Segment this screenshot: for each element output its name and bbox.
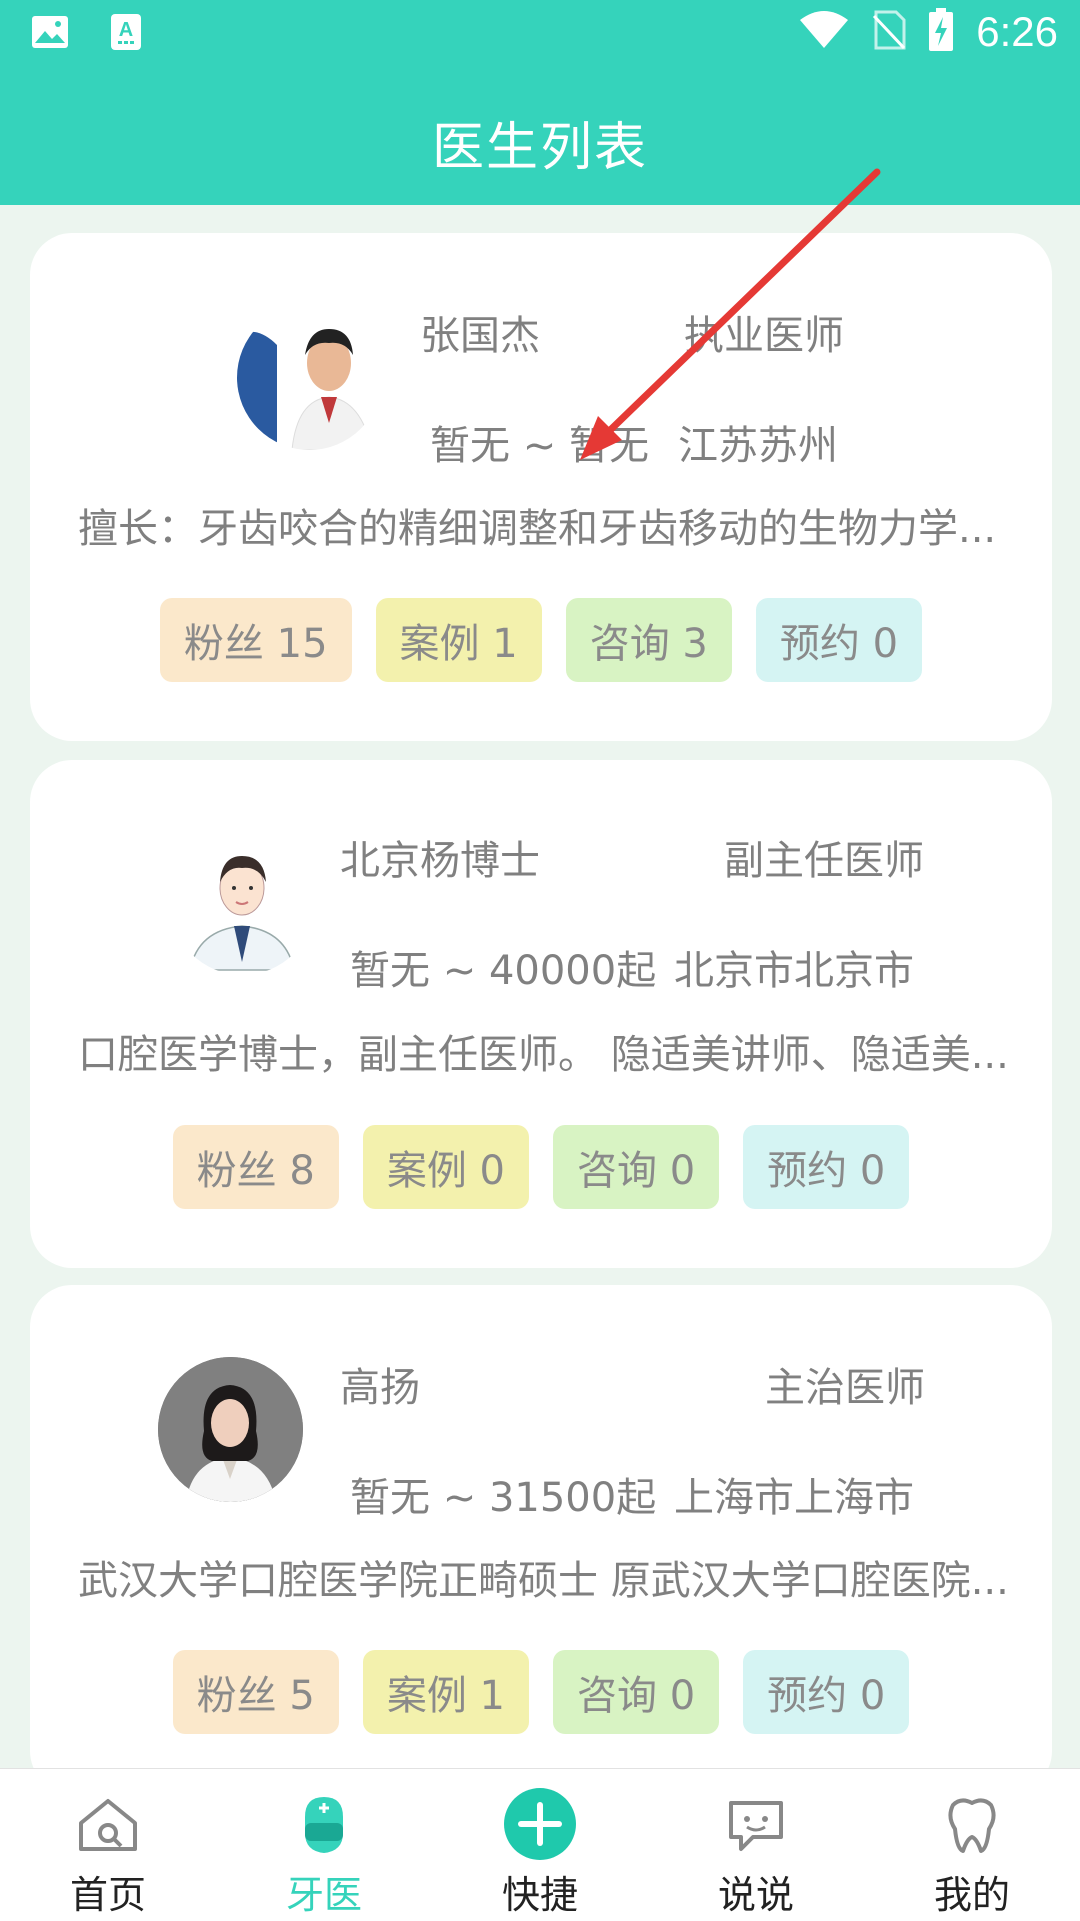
app-header: 医生列表 xyxy=(0,75,1080,205)
doctor-description: 擅长：牙齿咬合的精细调整和牙齿移动的生物力学... xyxy=(78,506,997,552)
keyboard-notification-icon: A xyxy=(106,12,146,52)
clock: 6:26 xyxy=(976,8,1058,55)
nav-label: 我的 xyxy=(933,1873,1010,1917)
appointment-badge[interactable]: 预约 0 xyxy=(743,1125,910,1209)
cases-badge[interactable]: 案例 0 xyxy=(362,1125,529,1209)
dentist-icon xyxy=(289,1793,359,1857)
bottom-navigation: 首页 牙医 快捷 说说 我的 xyxy=(0,1768,1080,1921)
doctor-avatar xyxy=(158,1357,303,1502)
svg-text:A: A xyxy=(119,19,133,41)
nav-home[interactable]: 首页 xyxy=(0,1769,216,1921)
tooth-icon xyxy=(937,1793,1007,1857)
doctor-city: 江苏苏州 xyxy=(678,423,838,469)
status-bar: A 6:26 xyxy=(0,0,1080,75)
doctor-rank: 执业医师 xyxy=(684,313,844,359)
nav-mine[interactable]: 我的 xyxy=(864,1769,1080,1921)
doctor-stats: 粉丝 5 案例 1 咨询 0 预约 0 xyxy=(30,1650,1052,1734)
doctor-city: 上海市上海市 xyxy=(674,1475,914,1521)
fans-badge[interactable]: 粉丝 5 xyxy=(172,1650,339,1734)
nav-label: 首页 xyxy=(69,1873,146,1917)
nav-label: 说说 xyxy=(717,1873,794,1917)
page-title: 医生列表 xyxy=(431,118,648,178)
wifi-icon xyxy=(798,10,850,54)
home-icon xyxy=(73,1793,143,1857)
no-sim-icon xyxy=(872,10,906,54)
appointment-badge[interactable]: 预约 0 xyxy=(743,1650,910,1734)
consult-badge[interactable]: 咨询 0 xyxy=(553,1650,720,1734)
nav-label: 牙医 xyxy=(285,1873,362,1917)
nav-talk[interactable]: 说说 xyxy=(648,1769,864,1921)
chat-icon xyxy=(721,1793,791,1857)
doctor-price-range: 暂无 ~ 40000起 xyxy=(350,948,657,994)
consult-badge[interactable]: 咨询 0 xyxy=(553,1125,720,1209)
doctor-avatar xyxy=(170,830,315,975)
doctor-city: 北京市北京市 xyxy=(674,948,914,994)
doctor-stats: 粉丝 8 案例 0 咨询 0 预约 0 xyxy=(30,1125,1052,1209)
gallery-notification-icon xyxy=(30,12,70,52)
nav-label: 快捷 xyxy=(501,1873,578,1917)
doctor-card[interactable]: 张国杰 执业医师 暂无 ~ 暂无 江苏苏州 擅长：牙齿咬合的精细调整和牙齿移动的… xyxy=(30,233,1052,741)
fans-badge[interactable]: 粉丝 15 xyxy=(159,598,352,682)
doctor-name: 张国杰 xyxy=(420,313,540,359)
doctor-rank: 副主任医师 xyxy=(724,838,924,884)
doctor-stats: 粉丝 15 案例 1 咨询 3 预约 0 xyxy=(30,598,1052,682)
doctor-card[interactable]: 北京杨博士 副主任医师 暂无 ~ 40000起 北京市北京市 口腔医学博士，副主… xyxy=(30,760,1052,1268)
battery-charging-icon xyxy=(928,8,954,56)
cases-badge[interactable]: 案例 1 xyxy=(375,598,542,682)
fans-badge[interactable]: 粉丝 8 xyxy=(172,1125,339,1209)
cases-badge[interactable]: 案例 1 xyxy=(362,1650,529,1734)
doctor-description: 武汉大学口腔医学院正畸硕士 原武汉大学口腔医院... xyxy=(78,1558,1009,1604)
nav-dentist[interactable]: 牙医 xyxy=(216,1769,432,1921)
nav-quick[interactable]: 快捷 xyxy=(432,1769,648,1921)
doctor-name: 北京杨博士 xyxy=(340,838,540,884)
doctor-description: 口腔医学博士，副主任医师。 隐适美讲师、隐适美... xyxy=(78,1032,1009,1078)
doctor-card[interactable]: 高扬 主治医师 暂无 ~ 31500起 上海市上海市 武汉大学口腔医学院正畸硕士… xyxy=(30,1285,1052,1793)
plus-icon xyxy=(503,1787,577,1861)
consult-badge[interactable]: 咨询 3 xyxy=(565,598,732,682)
doctor-price-range: 暂无 ~ 31500起 xyxy=(350,1475,657,1521)
doctor-rank: 主治医师 xyxy=(765,1365,925,1411)
doctor-price-range: 暂无 ~ 暂无 xyxy=(430,423,649,469)
doctor-avatar xyxy=(237,305,382,450)
doctor-name: 高扬 xyxy=(340,1365,420,1411)
appointment-badge[interactable]: 预约 0 xyxy=(755,598,923,682)
